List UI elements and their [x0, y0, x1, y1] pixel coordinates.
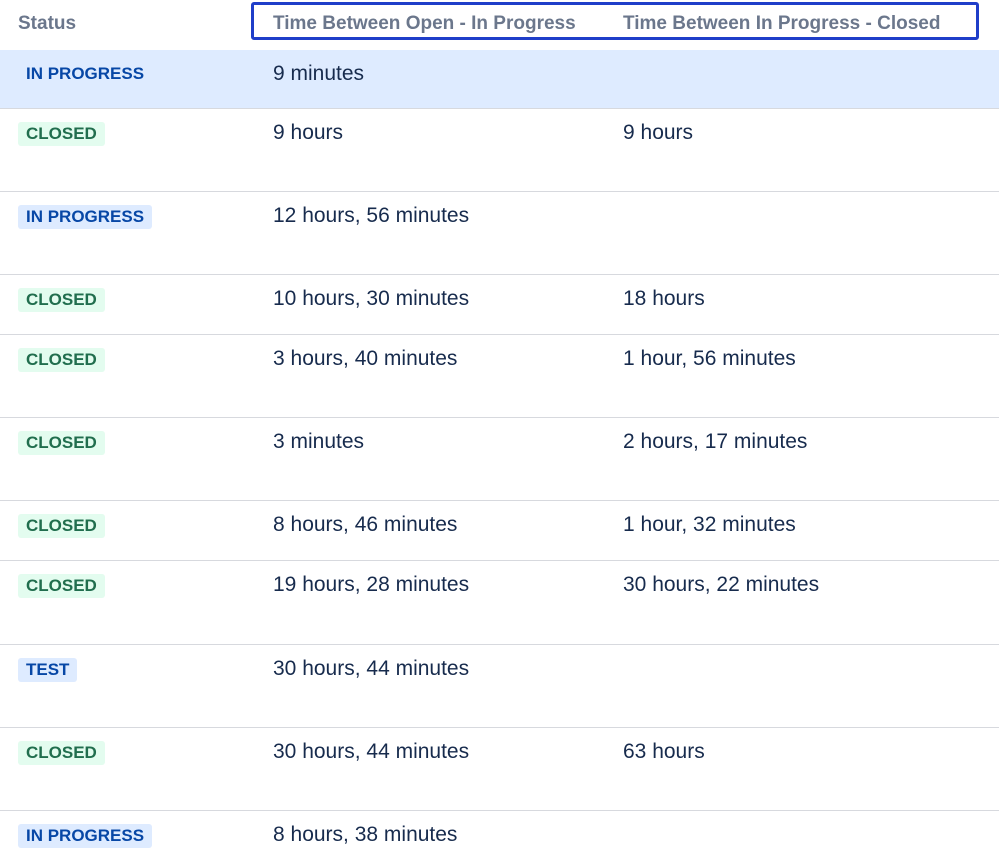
time-in-progress-closed: 9 hours [623, 121, 694, 144]
time-open-in-progress: 12 hours, 56 minutes [273, 204, 470, 227]
time-open-in-progress: 30 hours, 44 minutes [273, 740, 470, 763]
time-open-in-progress: 19 hours, 28 minutes [273, 573, 470, 596]
time-open-in-progress: 3 minutes [273, 430, 365, 453]
column-header-status[interactable]: Status [18, 13, 76, 35]
status-badge: CLOSED [18, 431, 105, 455]
table-row[interactable]: TEST 30 hours, 44 minutes [0, 645, 999, 728]
table-row[interactable]: CLOSED 30 hours, 44 minutes 63 hours [0, 728, 999, 811]
time-open-in-progress: 3 hours, 40 minutes [273, 347, 458, 370]
time-in-progress-closed: 63 hours [623, 740, 705, 763]
status-badge: CLOSED [18, 348, 105, 372]
time-in-progress-closed: 1 hour, 56 minutes [623, 347, 796, 370]
columns-highlight-box [251, 2, 979, 40]
status-badge: CLOSED [18, 288, 105, 312]
time-open-in-progress: 9 hours [273, 121, 344, 144]
time-in-progress-closed: 30 hours, 22 minutes [623, 573, 820, 596]
time-open-in-progress: 30 hours, 44 minutes [273, 657, 470, 680]
table-row[interactable]: CLOSED 3 hours, 40 minutes 1 hour, 56 mi… [0, 335, 999, 418]
table-row[interactable]: CLOSED 19 hours, 28 minutes 30 hours, 22… [0, 561, 999, 645]
table-row[interactable]: IN PROGRESS 12 hours, 56 minutes [0, 192, 999, 275]
table-row[interactable]: IN PROGRESS 8 hours, 38 minutes [0, 811, 999, 865]
table-row[interactable]: IN PROGRESS 9 minutes [0, 50, 999, 109]
status-badge: IN PROGRESS [18, 205, 153, 229]
status-badge: IN PROGRESS [26, 64, 145, 83]
table-row[interactable]: CLOSED 9 hours 9 hours [0, 109, 999, 192]
status-badge: CLOSED [18, 514, 105, 538]
issue-table: Status Time Between Open - In Progress T… [0, 0, 999, 865]
time-open-in-progress: 8 hours, 38 minutes [273, 823, 458, 846]
table-row[interactable]: CLOSED 8 hours, 46 minutes 1 hour, 32 mi… [0, 501, 999, 561]
time-open-in-progress: 10 hours, 30 minutes [273, 287, 470, 310]
time-in-progress-closed: 2 hours, 17 minutes [623, 430, 808, 453]
status-badge: CLOSED [18, 574, 105, 598]
table-row[interactable]: CLOSED 3 minutes 2 hours, 17 minutes [0, 418, 999, 501]
status-badge: CLOSED [18, 741, 105, 765]
table-header: Status Time Between Open - In Progress T… [0, 0, 999, 51]
status-badge: IN PROGRESS [18, 824, 153, 848]
time-open-in-progress: 8 hours, 46 minutes [273, 513, 458, 536]
time-in-progress-closed: 1 hour, 32 minutes [623, 513, 796, 536]
time-in-progress-closed: 18 hours [623, 287, 705, 310]
status-badge: TEST [18, 658, 78, 682]
status-badge: CLOSED [18, 122, 105, 146]
time-open-in-progress: 9 minutes [273, 62, 365, 85]
table-row[interactable]: CLOSED 10 hours, 30 minutes 18 hours [0, 275, 999, 335]
